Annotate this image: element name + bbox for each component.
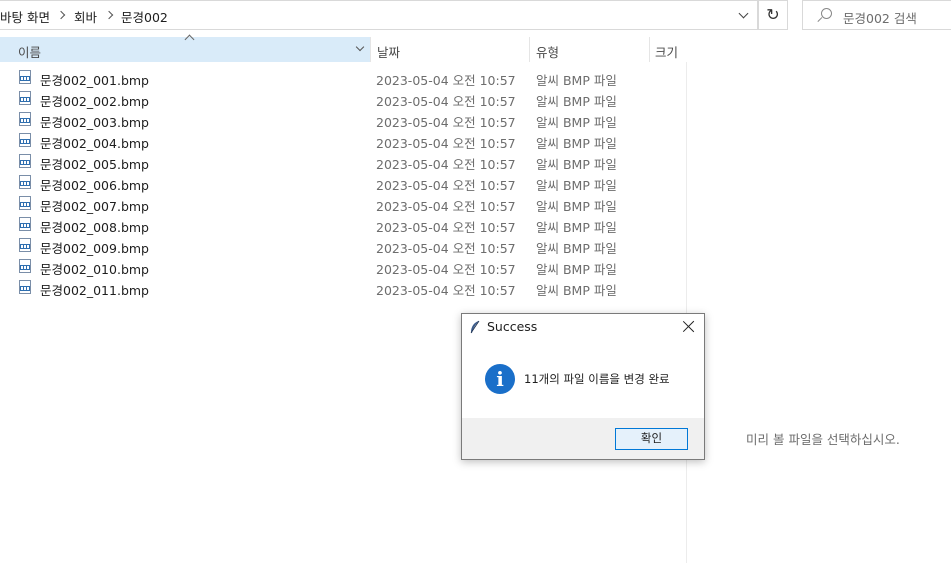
file-date: 2023-05-04 오전 10:57 bbox=[376, 262, 516, 277]
file-type: 알씨 BMP 파일 bbox=[536, 136, 617, 151]
search-box[interactable]: 문경002 검색 bbox=[802, 0, 951, 30]
file-name: 문경002_003.bmp bbox=[40, 115, 149, 130]
column-filter-dropdown-icon[interactable] bbox=[355, 42, 365, 52]
file-type: 알씨 BMP 파일 bbox=[536, 94, 617, 109]
file-date: 2023-05-04 오전 10:57 bbox=[376, 73, 516, 88]
dialog-footer: 확인 bbox=[462, 418, 704, 459]
file-name: 문경002_010.bmp bbox=[40, 262, 149, 277]
bmp-file-icon bbox=[19, 133, 31, 147]
file-name: 문경002_004.bmp bbox=[40, 136, 149, 151]
dialog-title: Success bbox=[487, 319, 538, 334]
file-type: 알씨 BMP 파일 bbox=[536, 73, 617, 88]
bmp-file-icon bbox=[19, 70, 31, 84]
search-input[interactable]: 문경002 검색 bbox=[843, 8, 917, 27]
file-row[interactable]: 문경002_004.bmp 2023-05-04 오전 10:57 알씨 BMP 파… bbox=[0, 130, 686, 151]
ok-button[interactable]: 확인 bbox=[615, 428, 688, 450]
file-list: 문경002_001.bmp 2023-05-04 오전 10:57 알씨 BMP 파… bbox=[0, 67, 686, 298]
file-row[interactable]: 문경002_005.bmp 2023-05-04 오전 10:57 알씨 BMP 파… bbox=[0, 151, 686, 172]
bmp-file-icon bbox=[19, 196, 31, 210]
column-label-name: 이름 bbox=[18, 45, 42, 60]
bmp-file-icon bbox=[19, 154, 31, 168]
file-name: 문경002_006.bmp bbox=[40, 178, 149, 193]
file-date: 2023-05-04 오전 10:57 bbox=[376, 178, 516, 193]
file-type: 알씨 BMP 파일 bbox=[536, 157, 617, 172]
file-name: 문경002_007.bmp bbox=[40, 199, 149, 214]
file-date: 2023-05-04 오전 10:57 bbox=[376, 241, 516, 256]
file-name: 문경002_005.bmp bbox=[40, 157, 149, 172]
file-row[interactable]: 문경002_011.bmp 2023-05-04 오전 10:57 알씨 BMP 파… bbox=[0, 277, 686, 298]
file-type: 알씨 BMP 파일 bbox=[536, 220, 617, 235]
column-header-date[interactable]: 날짜 bbox=[371, 37, 529, 62]
file-date: 2023-05-04 오전 10:57 bbox=[376, 157, 516, 172]
file-name: 문경002_002.bmp bbox=[40, 94, 149, 109]
file-row[interactable]: 문경002_002.bmp 2023-05-04 오전 10:57 알씨 BMP 파… bbox=[0, 88, 686, 109]
file-name: 문경002_009.bmp bbox=[40, 241, 149, 256]
file-row[interactable]: 문경002_003.bmp 2023-05-04 오전 10:57 알씨 BMP 파… bbox=[0, 109, 686, 130]
file-date: 2023-05-04 오전 10:57 bbox=[376, 199, 516, 214]
column-label-size: 크기 bbox=[655, 45, 679, 60]
file-date: 2023-05-04 오전 10:57 bbox=[376, 136, 516, 151]
feather-icon bbox=[470, 320, 480, 334]
file-date: 2023-05-04 오전 10:57 bbox=[376, 283, 516, 298]
address-bar[interactable]: 바탕 화면 회바 문경002 bbox=[0, 0, 758, 30]
file-type: 알씨 BMP 파일 bbox=[536, 115, 617, 130]
column-header-name[interactable]: 이름 bbox=[0, 34, 370, 62]
success-dialog: Success i 11개의 파일 이름을 변경 완료 확인 bbox=[461, 313, 705, 460]
file-row[interactable]: 문경002_006.bmp 2023-05-04 오전 10:57 알씨 BMP 파… bbox=[0, 172, 686, 193]
file-name: 문경002_011.bmp bbox=[40, 283, 149, 298]
bmp-file-icon bbox=[19, 238, 31, 252]
column-label-date: 날짜 bbox=[377, 45, 401, 60]
breadcrumb-desktop[interactable]: 바탕 화면 bbox=[0, 7, 50, 26]
dialog-titlebar[interactable]: Success bbox=[462, 314, 704, 340]
search-icon bbox=[821, 8, 832, 19]
bmp-file-icon bbox=[19, 280, 31, 294]
file-name: 문경002_001.bmp bbox=[40, 73, 149, 88]
breadcrumb-current[interactable]: 문경002 bbox=[121, 7, 168, 26]
file-type: 알씨 BMP 파일 bbox=[536, 262, 617, 277]
column-label-type: 유형 bbox=[536, 45, 560, 60]
bmp-file-icon bbox=[19, 259, 31, 273]
file-type: 알씨 BMP 파일 bbox=[536, 241, 617, 256]
file-name: 문경002_008.bmp bbox=[40, 220, 149, 235]
file-date: 2023-05-04 오전 10:57 bbox=[376, 94, 516, 109]
chevron-right-icon[interactable] bbox=[104, 10, 114, 20]
breadcrumb-folder[interactable]: 회바 bbox=[74, 7, 97, 26]
bmp-file-icon bbox=[19, 112, 31, 126]
bmp-file-icon bbox=[19, 91, 31, 105]
refresh-icon: ↻ bbox=[766, 5, 780, 24]
file-row[interactable]: 문경002_009.bmp 2023-05-04 오전 10:57 알씨 BMP 파… bbox=[0, 235, 686, 256]
file-type: 알씨 BMP 파일 bbox=[536, 283, 617, 298]
column-header-size[interactable]: 크기 bbox=[650, 37, 686, 62]
bmp-file-icon bbox=[19, 175, 31, 189]
info-icon: i bbox=[485, 364, 515, 394]
dialog-message: 11개의 파일 이름을 변경 완료 bbox=[524, 372, 670, 386]
address-dropdown-icon[interactable] bbox=[738, 8, 749, 19]
refresh-button[interactable]: ↻ bbox=[758, 0, 788, 30]
file-date: 2023-05-04 오전 10:57 bbox=[376, 115, 516, 130]
file-type: 알씨 BMP 파일 bbox=[536, 178, 617, 193]
file-row[interactable]: 문경002_010.bmp 2023-05-04 오전 10:57 알씨 BMP 파… bbox=[0, 256, 686, 277]
file-row[interactable]: 문경002_008.bmp 2023-05-04 오전 10:57 알씨 BMP 파… bbox=[0, 214, 686, 235]
file-date: 2023-05-04 오전 10:57 bbox=[376, 220, 516, 235]
bmp-file-icon bbox=[19, 217, 31, 231]
preview-message: 미리 볼 파일을 선택하십시오. bbox=[746, 432, 900, 447]
chevron-right-icon[interactable] bbox=[56, 10, 66, 20]
file-type: 알씨 BMP 파일 bbox=[536, 199, 617, 214]
file-row[interactable]: 문경002_007.bmp 2023-05-04 오전 10:57 알씨 BMP 파… bbox=[0, 193, 686, 214]
close-icon[interactable] bbox=[680, 318, 698, 336]
file-row[interactable]: 문경002_001.bmp 2023-05-04 오전 10:57 알씨 BMP 파… bbox=[0, 67, 686, 88]
column-header-type[interactable]: 유형 bbox=[530, 37, 649, 62]
sort-ascending-icon bbox=[184, 34, 195, 45]
